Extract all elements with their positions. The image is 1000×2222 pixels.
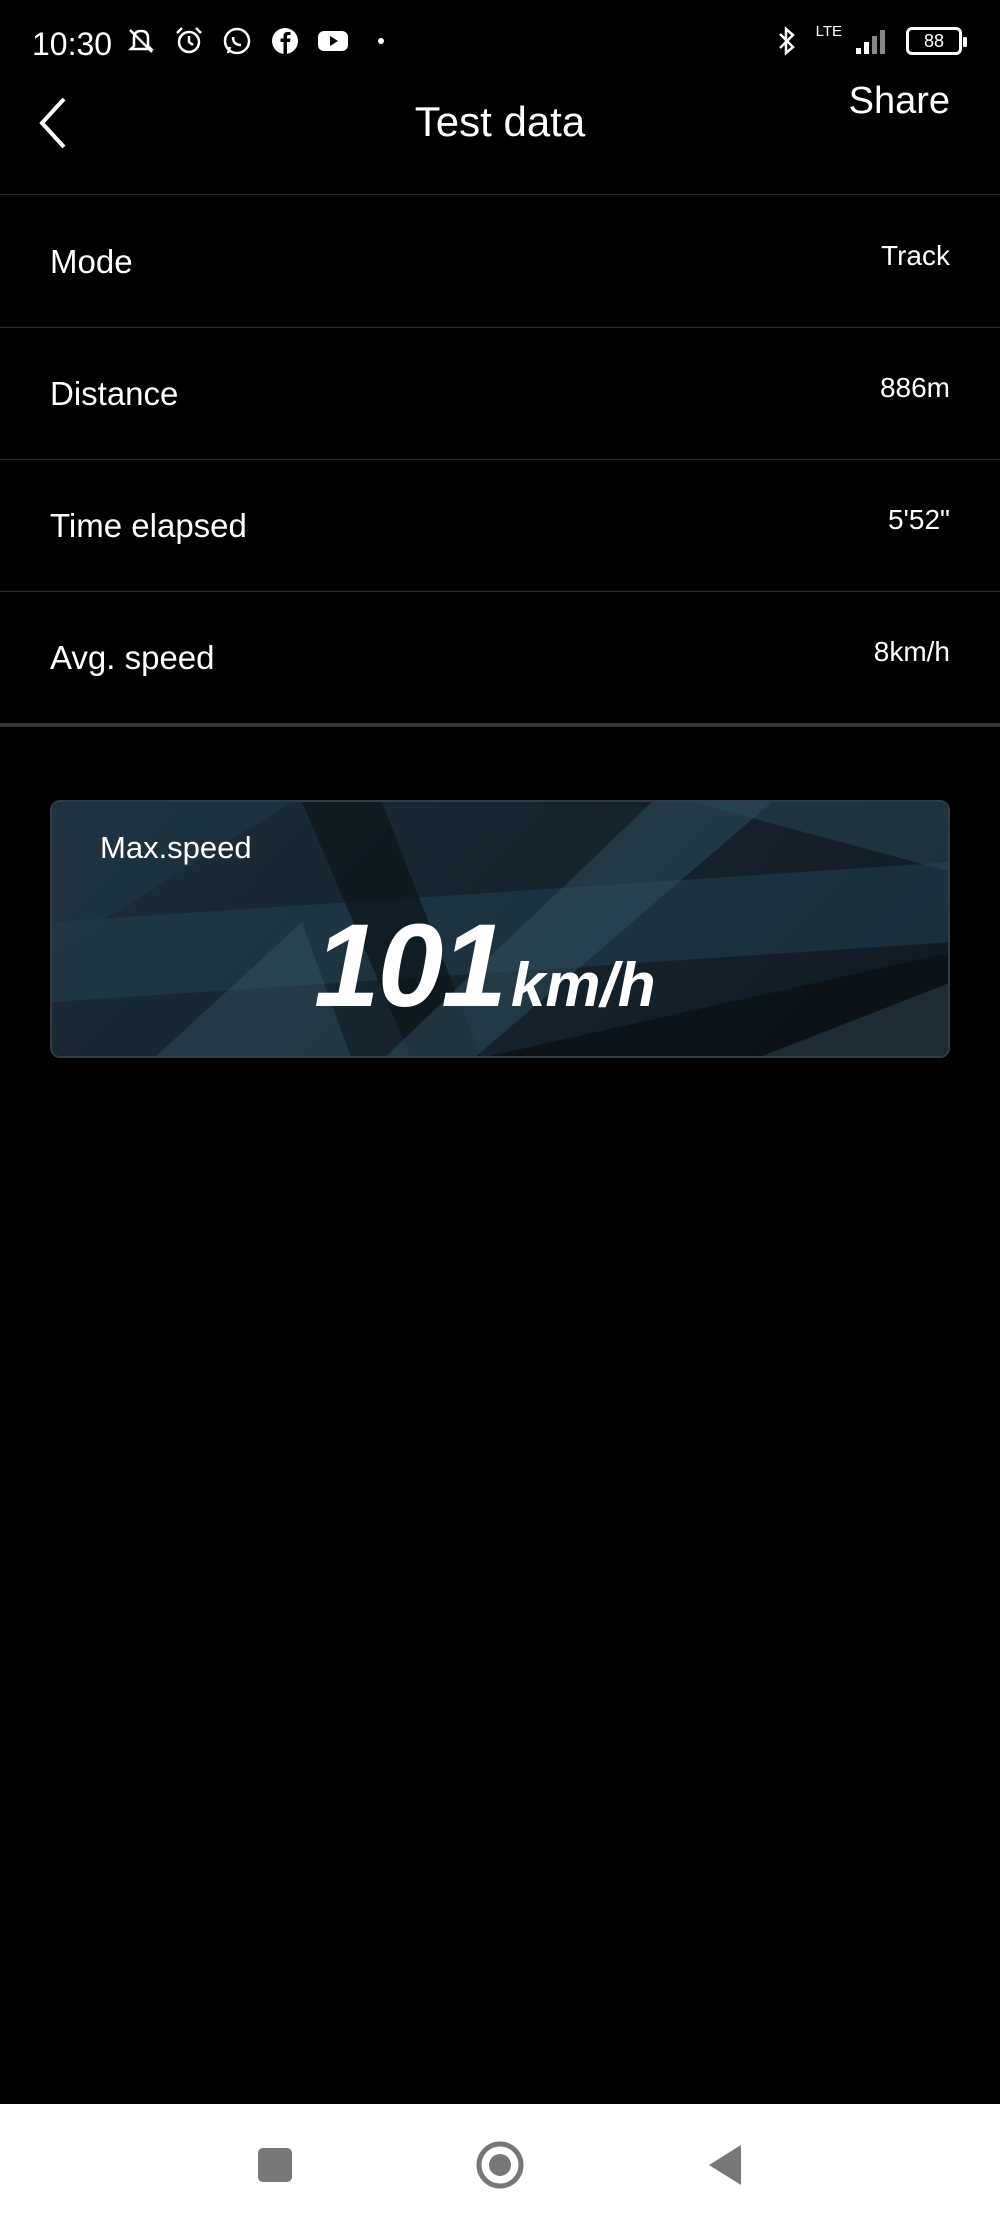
- dot-icon: [364, 24, 398, 58]
- divider: [0, 194, 1000, 195]
- alarm-icon: [172, 24, 206, 58]
- row-time-elapsed: Time elapsed 5'52": [0, 460, 1000, 592]
- signal-icon: [854, 24, 894, 58]
- notification-icons: [124, 24, 398, 58]
- back-triangle-icon: [709, 2145, 741, 2185]
- recents-square-icon: [258, 2148, 292, 2182]
- row-label: Avg. speed: [50, 639, 215, 676]
- youtube-icon: [316, 24, 350, 58]
- status-time: 10:30: [32, 26, 113, 62]
- row-label: Mode: [50, 243, 133, 280]
- max-speed-label: Max.speed: [100, 830, 252, 865]
- bluetooth-icon: [770, 24, 804, 58]
- system-icons: LTE 88: [770, 22, 967, 58]
- home-circle-icon: [476, 2141, 524, 2189]
- row-mode: Mode Track: [0, 196, 1000, 328]
- row-distance: Distance 886m: [0, 328, 1000, 460]
- row-value: 886m: [879, 372, 950, 403]
- battery-icon: 88: [906, 27, 967, 55]
- row-avg-speed: Avg. speed 8km/h: [0, 592, 1000, 724]
- row-label: Time elapsed: [50, 507, 247, 544]
- row-value: 8km/h: [873, 636, 950, 667]
- max-speed-card: Max.speed 101 km/h: [50, 800, 950, 1058]
- back-nav-button[interactable]: [700, 2140, 750, 2190]
- max-speed-unit: km/h: [510, 951, 656, 1020]
- max-speed-value-group: 101 km/h: [314, 898, 656, 1034]
- header: Test data Share: [0, 80, 1000, 172]
- share-button[interactable]: Share: [849, 80, 950, 123]
- row-value: 5'52": [887, 504, 950, 535]
- screen: 10:30 LTE 88 Test data Share Mode Track …: [0, 0, 1000, 2222]
- row-label: Distance: [50, 375, 179, 412]
- battery-level: 88: [923, 30, 945, 51]
- max-speed-value: 101: [314, 900, 507, 1032]
- navigation-bar: [0, 2104, 1000, 2222]
- row-value: Track: [881, 240, 950, 271]
- mute-icon: [124, 24, 158, 58]
- network-type: LTE: [815, 22, 842, 40]
- whatsapp-icon: [220, 24, 254, 58]
- section-divider: [0, 723, 1000, 727]
- recents-button[interactable]: [250, 2140, 300, 2190]
- home-button[interactable]: [475, 2140, 525, 2190]
- status-bar: 10:30 LTE 88: [0, 0, 1000, 90]
- facebook-icon: [268, 24, 302, 58]
